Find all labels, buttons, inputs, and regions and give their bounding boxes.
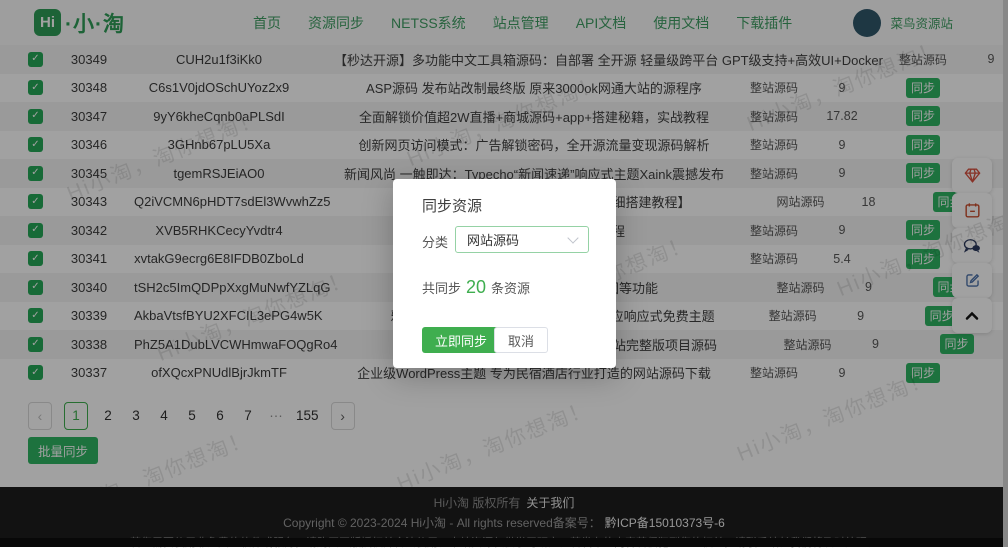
- dialog-title: 同步资源: [422, 195, 482, 216]
- category-select[interactable]: 网站源码: [455, 226, 589, 253]
- sync-resources-dialog: 同步资源 分类 网站源码 共同步 20 条资源 立即同步 取消: [393, 179, 616, 368]
- cancel-button[interactable]: 取消: [494, 327, 548, 353]
- chevron-down-icon: [567, 232, 578, 243]
- sync-count-summary: 共同步 20 条资源: [422, 277, 530, 298]
- category-label: 分类: [422, 232, 448, 251]
- confirm-sync-button[interactable]: 立即同步: [422, 327, 500, 353]
- sync-count: 20: [466, 277, 486, 298]
- category-select-value: 网站源码: [467, 230, 519, 249]
